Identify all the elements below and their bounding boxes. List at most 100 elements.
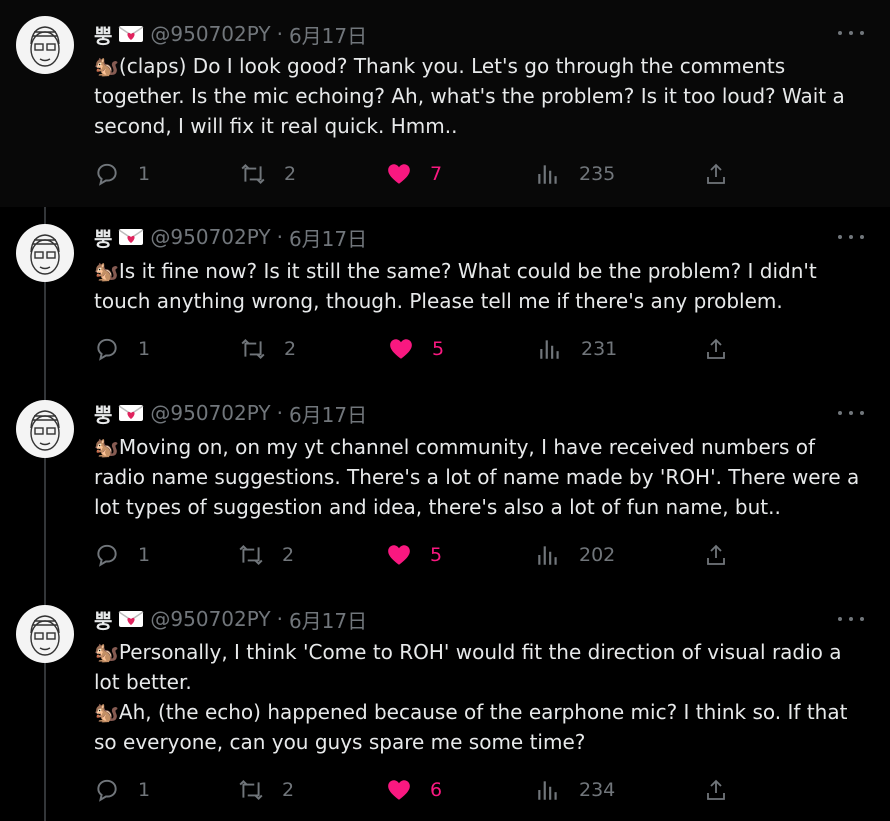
- reply-icon: [94, 161, 120, 187]
- tweet-header: 뿡 @950702PY · 6月17日: [94, 398, 367, 428]
- like-button[interactable]: 5: [386, 540, 442, 570]
- share-button[interactable]: [704, 540, 728, 570]
- tweet-text-line: 🐿️Is it fine now? Is it still the same? …: [94, 259, 817, 283]
- reply-button[interactable]: 1: [94, 334, 150, 364]
- retweet-button[interactable]: 2: [240, 159, 296, 189]
- tweet-date[interactable]: 6月17日: [289, 605, 367, 634]
- like-count: 5: [430, 544, 443, 566]
- tweet-date[interactable]: 6月17日: [289, 20, 367, 49]
- reply-count: 1: [138, 163, 151, 185]
- tweet-2[interactable]: 뿡 @950702PY · 6月17日 🐿️Is it fine now? Is…: [0, 207, 890, 382]
- like-count: 6: [430, 779, 443, 801]
- tweet-actions: 1 2 5 231: [94, 334, 734, 364]
- share-button[interactable]: [704, 159, 728, 189]
- views-button[interactable]: 235: [535, 159, 615, 189]
- share-icon: [704, 543, 728, 567]
- tweet-1[interactable]: 뿡 @950702PY · 6月17日 🐿️(claps) Do I look …: [0, 0, 890, 207]
- reply-button[interactable]: 1: [94, 775, 150, 805]
- author-handle[interactable]: @950702PY: [150, 22, 270, 46]
- retweet-count: 2: [284, 163, 297, 185]
- like-count: 5: [432, 338, 445, 360]
- views-button[interactable]: 231: [537, 334, 617, 364]
- retweet-button[interactable]: 2: [238, 540, 294, 570]
- more-icon[interactable]: [838, 408, 864, 418]
- author-handle[interactable]: @950702PY: [150, 225, 270, 249]
- tweet-header: 뿡 @950702PY · 6月17日: [94, 19, 367, 49]
- views-icon: [535, 542, 561, 568]
- like-button[interactable]: 6: [386, 775, 442, 805]
- love-letter-icon: [118, 24, 144, 44]
- views-count: 234: [579, 779, 616, 801]
- reply-count: 1: [138, 779, 151, 801]
- views-icon: [537, 336, 563, 362]
- tweet-actions: 1 2 5 202: [94, 540, 734, 570]
- reply-icon: [94, 336, 120, 362]
- tweet-text: 🐿️Personally, I think 'Come to ROH' woul…: [94, 637, 874, 757]
- tweet-date[interactable]: 6月17日: [289, 399, 367, 428]
- heart-icon: [386, 777, 412, 803]
- tweet-3[interactable]: 뿡 @950702PY · 6月17日 🐿️Moving on, on my y…: [0, 382, 890, 589]
- avatar[interactable]: [16, 16, 74, 74]
- views-button[interactable]: 202: [535, 540, 615, 570]
- share-button[interactable]: [704, 334, 728, 364]
- tweet-header: 뿡 @950702PY · 6月17日: [94, 222, 367, 252]
- retweet-count: 2: [282, 544, 295, 566]
- author-name[interactable]: 뿡: [94, 20, 112, 49]
- author-handle[interactable]: @950702PY: [150, 401, 270, 425]
- separator: ·: [276, 401, 283, 425]
- tweet-text-line: so everyone, can you guys spare me some …: [94, 730, 586, 754]
- love-letter-icon: [118, 227, 144, 247]
- tweet-header: 뿡 @950702PY · 6月17日: [94, 604, 367, 634]
- tweet-text-line: second, I will fix it real quick. Hmm..: [94, 114, 458, 138]
- like-count: 7: [430, 163, 443, 185]
- tweet-4[interactable]: 뿡 @950702PY · 6月17日 🐿️Personally, I thin…: [0, 589, 890, 821]
- views-icon: [535, 161, 561, 187]
- share-icon: [704, 162, 728, 186]
- retweet-count: 2: [284, 338, 297, 360]
- views-button[interactable]: 234: [535, 775, 615, 805]
- reply-icon: [94, 777, 120, 803]
- retweet-icon: [238, 777, 264, 803]
- avatar[interactable]: [16, 224, 74, 282]
- tweet-text-line: 🐿️Personally, I think 'Come to ROH' woul…: [94, 640, 842, 664]
- separator: ·: [276, 22, 283, 46]
- love-letter-icon: [118, 403, 144, 423]
- views-count: 235: [579, 163, 616, 185]
- love-letter-icon: [118, 609, 144, 629]
- views-count: 202: [579, 544, 616, 566]
- tweet-text: 🐿️Moving on, on my yt channel community,…: [94, 432, 874, 522]
- more-icon[interactable]: [838, 614, 864, 624]
- author-name[interactable]: 뿡: [94, 223, 112, 252]
- author-name[interactable]: 뿡: [94, 399, 112, 428]
- avatar[interactable]: [16, 400, 74, 458]
- retweet-button[interactable]: 2: [240, 334, 296, 364]
- author-name[interactable]: 뿡: [94, 605, 112, 634]
- tweet-text: 🐿️(claps) Do I look good? Thank you. Let…: [94, 51, 874, 141]
- retweet-icon: [238, 542, 264, 568]
- avatar[interactable]: [16, 605, 74, 663]
- separator: ·: [276, 607, 283, 631]
- tweet-date[interactable]: 6月17日: [289, 223, 367, 252]
- tweet-text-line: together. Is the mic echoing? Ah, what's…: [94, 84, 845, 108]
- more-icon[interactable]: [838, 232, 864, 242]
- retweet-count: 2: [282, 779, 295, 801]
- like-button[interactable]: 5: [388, 334, 444, 364]
- author-handle[interactable]: @950702PY: [150, 607, 270, 631]
- share-icon: [704, 778, 728, 802]
- heart-icon: [386, 161, 412, 187]
- reply-icon: [94, 542, 120, 568]
- heart-icon: [388, 336, 414, 362]
- tweet-text-line: lot better.: [94, 670, 192, 694]
- retweet-icon: [240, 336, 266, 362]
- retweet-button[interactable]: 2: [238, 775, 294, 805]
- views-icon: [535, 777, 561, 803]
- share-button[interactable]: [704, 775, 728, 805]
- more-icon[interactable]: [838, 28, 864, 38]
- retweet-icon: [240, 161, 266, 187]
- reply-button[interactable]: 1: [94, 159, 150, 189]
- tweet-text: 🐿️Is it fine now? Is it still the same? …: [94, 256, 874, 316]
- reply-button[interactable]: 1: [94, 540, 150, 570]
- tweet-text-line: radio name suggestions. There's a lot of…: [94, 465, 860, 489]
- tweet-text-line: touch anything wrong, though. Please tel…: [94, 289, 783, 313]
- like-button[interactable]: 7: [386, 159, 442, 189]
